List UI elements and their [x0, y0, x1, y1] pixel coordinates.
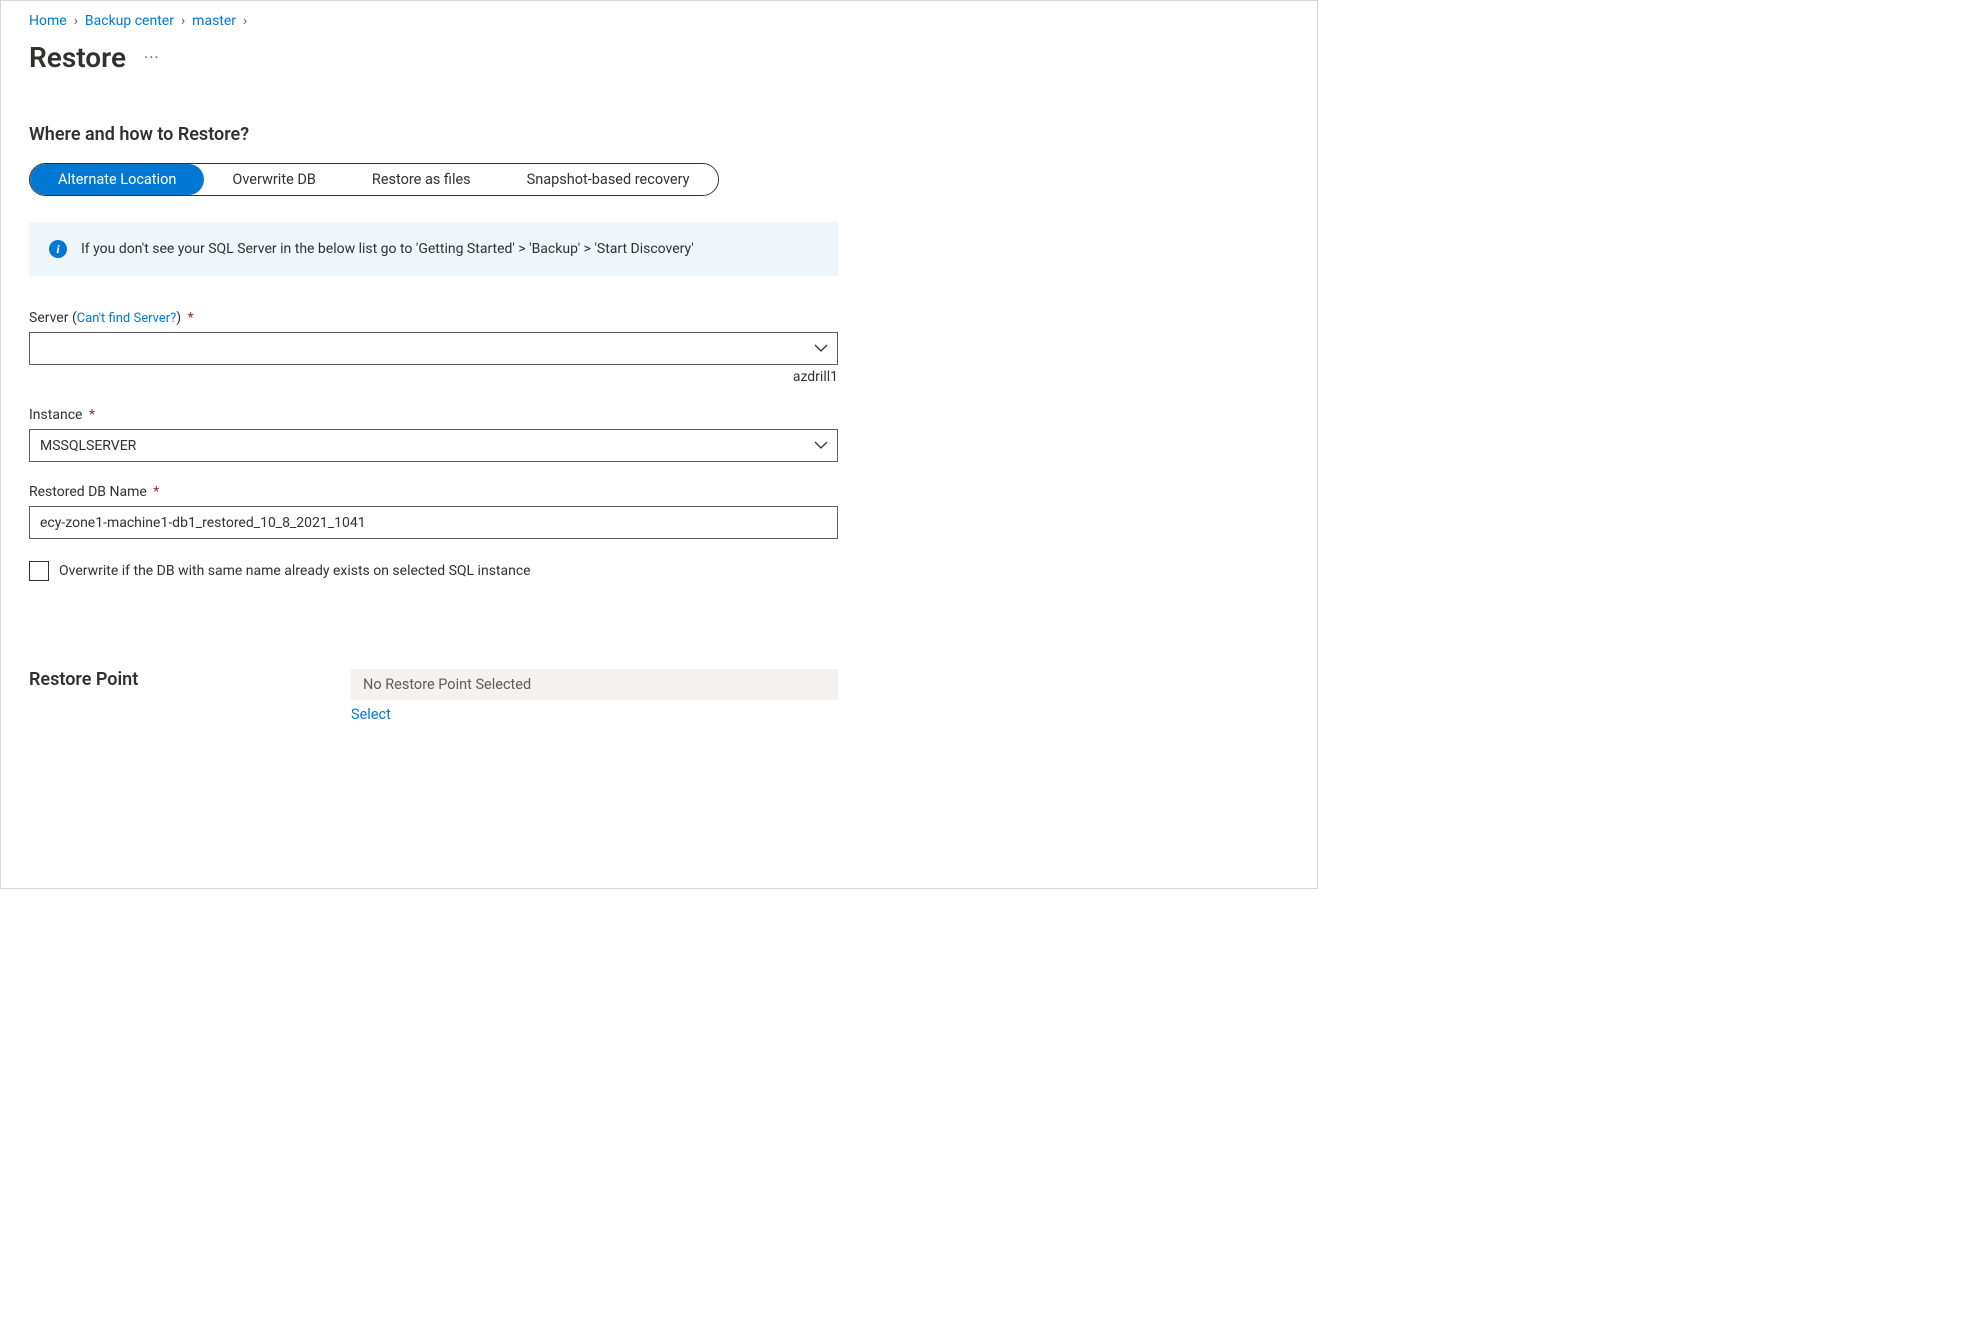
breadcrumb-master[interactable]: master	[192, 13, 236, 29]
restore-point-heading: Restore Point	[29, 669, 351, 690]
overwrite-checkbox[interactable]	[29, 561, 49, 581]
restore-type-option-group: Alternate Location Overwrite DB Restore …	[29, 163, 719, 196]
instance-field: Instance *	[29, 407, 838, 462]
server-field: Server (Can't find Server?) * azdrill1	[29, 310, 838, 385]
info-banner: i If you don't see your SQL Server in th…	[29, 222, 838, 276]
chevron-right-icon: ›	[180, 13, 186, 29]
server-label: Server (Can't find Server?) *	[29, 310, 838, 326]
overwrite-checkbox-row: Overwrite if the DB with same name alrea…	[29, 561, 1289, 581]
required-indicator: *	[89, 407, 95, 423]
info-text: If you don't see your SQL Server in the …	[81, 241, 694, 257]
section-heading-restore-how: Where and how to Restore?	[29, 124, 1289, 145]
chevron-right-icon: ›	[242, 13, 248, 29]
required-indicator: *	[153, 484, 159, 500]
server-select[interactable]	[29, 332, 838, 365]
option-alternate-location[interactable]: Alternate Location	[30, 164, 204, 195]
option-restore-as-files[interactable]: Restore as files	[344, 164, 499, 195]
page-title-row: Restore ···	[29, 41, 1289, 74]
cant-find-server-link[interactable]: Can't find Server?	[77, 311, 177, 326]
required-indicator: *	[188, 310, 194, 326]
overwrite-checkbox-label: Overwrite if the DB with same name alrea…	[59, 563, 531, 579]
breadcrumb-home[interactable]: Home	[29, 13, 67, 29]
instance-label: Instance *	[29, 407, 838, 423]
page-title: Restore	[29, 41, 126, 74]
option-snapshot-recovery[interactable]: Snapshot-based recovery	[499, 164, 718, 195]
restore-point-value: No Restore Point Selected	[351, 669, 838, 700]
instance-select[interactable]	[29, 429, 838, 462]
restored-db-label: Restored DB Name *	[29, 484, 838, 500]
restore-point-section: Restore Point No Restore Point Selected …	[29, 669, 1289, 723]
option-overwrite-db[interactable]: Overwrite DB	[204, 164, 344, 195]
breadcrumb-backup-center[interactable]: Backup center	[85, 13, 174, 29]
server-label-text: Server	[29, 310, 68, 326]
instance-label-text: Instance	[29, 407, 82, 423]
breadcrumb: Home › Backup center › master ›	[29, 13, 1289, 29]
more-icon[interactable]: ···	[144, 48, 160, 67]
restored-db-label-text: Restored DB Name	[29, 484, 147, 500]
info-icon: i	[49, 240, 67, 258]
restored-db-input[interactable]	[29, 506, 838, 539]
chevron-right-icon: ›	[73, 13, 79, 29]
server-helper-text: azdrill1	[29, 369, 838, 385]
restored-db-field: Restored DB Name *	[29, 484, 838, 539]
restore-point-select-link[interactable]: Select	[351, 706, 391, 723]
